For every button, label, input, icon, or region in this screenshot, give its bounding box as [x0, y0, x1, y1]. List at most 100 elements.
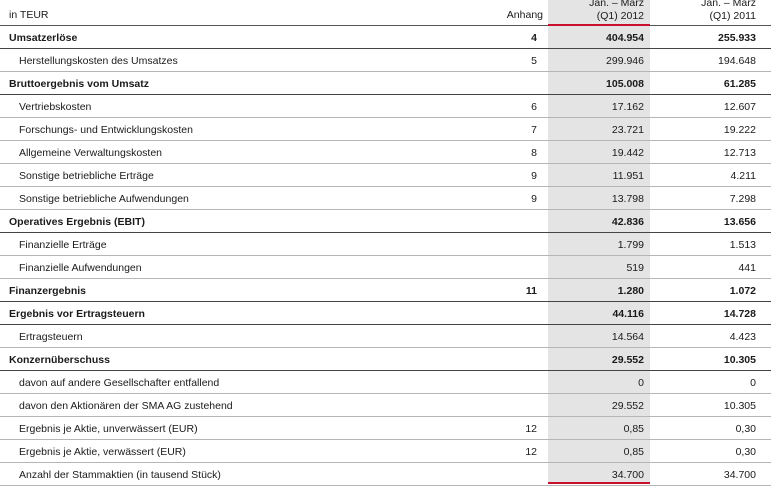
row-value-q1-2012: 1.280 — [617, 285, 644, 297]
row-label: Vertriebskosten — [19, 101, 92, 113]
row-note-ref: 6 — [531, 101, 537, 113]
row-value-q1-2012: 44.116 — [612, 308, 644, 320]
table-row: Bruttoergebnis vom Umsatz 105.008 61.285 — [0, 72, 771, 95]
table-row: Vertriebskosten 6 17.162 12.607 — [0, 95, 771, 118]
table-row: davon auf andere Gesellschafter entfalle… — [0, 371, 771, 394]
row-note-ref: 12 — [525, 423, 537, 435]
row-value-q1-2012: 19.442 — [611, 147, 644, 159]
row-value-q1-2011: 12.607 — [723, 101, 756, 113]
row-label: Umsatzerlöse — [9, 32, 78, 44]
unit-label: in TEUR — [9, 9, 49, 21]
row-value-q1-2011: 4.211 — [730, 170, 757, 182]
row-value-q1-2011: 13.656 — [723, 216, 756, 228]
row-value-q1-2011: 1.513 — [729, 239, 756, 251]
row-label: Ertragsteuern — [19, 331, 83, 343]
table-row: davon den Aktionären der SMA AG zustehen… — [0, 394, 771, 417]
table-row: Finanzergebnis 11 1.280 1.072 — [0, 279, 771, 302]
current-period-top-rule — [548, 24, 650, 26]
row-value-q1-2011: 255.933 — [718, 32, 756, 44]
row-label: Anzahl der Stammaktien (in tausend Stück… — [19, 469, 221, 481]
row-value-q1-2012: 29.552 — [611, 400, 644, 412]
row-value-q1-2012: 0,85 — [623, 423, 644, 435]
row-value-q1-2011: 10.305 — [723, 400, 756, 412]
row-value-q1-2011: 12.713 — [723, 147, 756, 159]
row-value-q1-2012: 29.552 — [611, 354, 644, 366]
row-value-q1-2011: 19.222 — [723, 124, 756, 136]
row-note-ref: 8 — [531, 147, 537, 159]
row-label: Ergebnis je Aktie, unverwässert (EUR) — [19, 423, 198, 435]
row-value-q1-2011: 0,30 — [735, 446, 756, 458]
table-row: Anzahl der Stammaktien (in tausend Stück… — [0, 463, 771, 486]
row-value-q1-2012: 23.721 — [611, 124, 644, 136]
row-value-q1-2012: 0 — [638, 377, 644, 389]
table-row: Ergebnis je Aktie, unverwässert (EUR) 12 0… — [0, 417, 771, 440]
row-label: Herstellungskosten des Umsatzes — [19, 55, 178, 67]
row-value-q1-2011: 34.700 — [723, 469, 756, 481]
row-value-q1-2012: 0,85 — [623, 446, 644, 458]
row-value-q1-2012: 14.564 — [611, 331, 644, 343]
row-value-q1-2011: 1.072 — [729, 285, 756, 297]
row-value-q1-2011: 0,30 — [735, 423, 756, 435]
column-header-q1-2012-line2: (Q1) 2012 — [596, 10, 644, 22]
row-value-q1-2012: 13.798 — [611, 193, 644, 205]
row-value-q1-2011: 61.285 — [723, 78, 756, 90]
table-row: Umsatzerlöse 4 404.954 255.933 — [0, 26, 771, 49]
row-value-q1-2012: 17.162 — [611, 101, 644, 113]
table-row: Konzernüberschuss 29.552 10.305 — [0, 348, 771, 371]
row-label: Finanzielle Aufwendungen — [19, 262, 142, 274]
row-label: Allgemeine Verwaltungskosten — [19, 147, 163, 159]
table-row: Finanzielle Aufwendungen 519 441 — [0, 256, 771, 279]
row-note-ref: 4 — [531, 32, 537, 44]
row-value-q1-2011: 10.305 — [723, 354, 756, 366]
row-label: davon den Aktionären der SMA AG zustehen… — [19, 400, 233, 412]
row-label: Finanzielle Erträge — [19, 239, 107, 251]
table-row: Allgemeine Verwaltungskosten 8 19.442 12.71… — [0, 141, 771, 164]
row-value-q1-2012: 519 — [626, 262, 644, 274]
row-value-q1-2011: 194.648 — [718, 55, 756, 67]
row-value-q1-2012: 105.008 — [606, 78, 644, 90]
row-note-ref: 9 — [531, 193, 537, 205]
row-value-q1-2011: 0 — [750, 377, 756, 389]
row-label: Ergebnis je Aktie, verwässert (EUR) — [19, 446, 186, 458]
row-value-q1-2012: 11.951 — [612, 170, 644, 182]
table-row: Sonstige betriebliche Erträge 9 11.951 4.21… — [0, 164, 771, 187]
row-label: davon auf andere Gesellschafter entfalle… — [19, 377, 220, 389]
row-note-ref: 5 — [531, 55, 537, 67]
row-label: Ergebnis vor Ertragsteuern — [9, 308, 145, 320]
row-note-ref: 7 — [531, 124, 537, 136]
row-label: Bruttoergebnis vom Umsatz — [9, 78, 150, 90]
row-label: Finanzergebnis — [9, 285, 87, 297]
column-header-q1-2011-line1: Jan. – März — [701, 0, 756, 9]
table-row: Ergebnis vor Ertragsteuern 44.116 14.728 — [0, 302, 771, 325]
row-value-q1-2011: 7.298 — [729, 193, 756, 205]
row-value-q1-2012: 1.799 — [617, 239, 644, 251]
row-label: Konzernüberschuss — [9, 354, 110, 366]
column-header-q1-2011-line2: (Q1) 2011 — [709, 10, 757, 22]
table-row: Ertragsteuern 14.564 4.423 — [0, 325, 771, 348]
row-label: Forschungs- und Entwicklungskosten — [19, 124, 193, 136]
note-column-header: Anhang — [506, 9, 543, 21]
income-statement-table: in TEUR Anhang Jan. – März (Q1) 2012 Jan… — [0, 0, 771, 488]
table-row: Ergebnis je Aktie, verwässert (EUR) 12 0,8… — [0, 440, 771, 463]
row-note-ref: 9 — [531, 170, 537, 182]
row-label: Sonstige betriebliche Erträge — [19, 170, 154, 182]
row-label: Sonstige betriebliche Aufwendungen — [19, 193, 189, 205]
row-value-q1-2011: 4.423 — [729, 331, 756, 343]
row-value-q1-2012: 299.946 — [606, 55, 644, 67]
row-note-ref: 11 — [525, 285, 537, 297]
column-header-q1-2012-line1: Jan. – März — [589, 0, 644, 9]
table-row: Herstellungskosten des Umsatzes 5 299.946 1… — [0, 49, 771, 72]
row-value-q1-2011: 14.728 — [723, 308, 756, 320]
table-row: Finanzielle Erträge 1.799 1.513 — [0, 233, 771, 256]
table-header: in TEUR Anhang Jan. – März (Q1) 2012 Jan… — [0, 0, 771, 26]
column-header-q1-2012: Jan. – März (Q1) 2012 — [548, 0, 644, 23]
column-header-q1-2011: Jan. – März (Q1) 2011 — [658, 0, 756, 23]
current-period-bottom-rule — [548, 482, 650, 484]
row-value-q1-2011: 441 — [738, 262, 756, 274]
row-value-q1-2012: 42.836 — [611, 216, 644, 228]
table-row: Operatives Ergebnis (EBIT) 42.836 13.656 — [0, 210, 771, 233]
table-row: Forschungs- und Entwicklungskosten 7 23.72… — [0, 118, 771, 141]
table-row: Sonstige betriebliche Aufwendungen 9 13.79… — [0, 187, 771, 210]
row-value-q1-2012: 404.954 — [606, 32, 644, 44]
row-value-q1-2012: 34.700 — [611, 469, 644, 481]
